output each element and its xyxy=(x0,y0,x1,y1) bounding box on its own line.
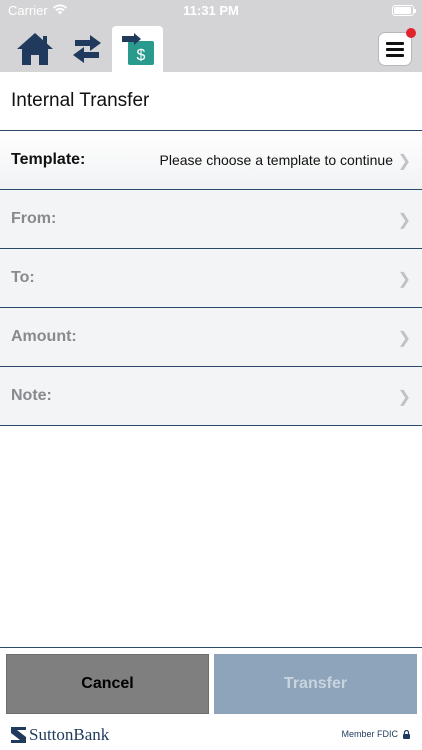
sutton-bank-logo: SuttonBank xyxy=(11,725,109,745)
fdic-label: Member FDIC xyxy=(341,729,398,739)
sutton-bank-mark-icon xyxy=(11,727,26,743)
battery-icon xyxy=(392,5,416,16)
transfer-dollar-icon: $ xyxy=(121,33,154,65)
to-row[interactable]: To: ❯ xyxy=(0,249,422,308)
brand-name: SuttonBank xyxy=(29,725,110,744)
divider xyxy=(0,647,422,648)
from-label: From: xyxy=(11,210,57,227)
amount-row[interactable]: Amount: ❯ xyxy=(0,308,422,367)
from-row[interactable]: From: ❯ xyxy=(0,190,422,249)
amount-label: Amount: xyxy=(11,328,77,345)
member-fdic: Member FDIC xyxy=(341,729,410,739)
clock: 11:31 PM xyxy=(183,3,239,18)
top-nav: $ xyxy=(0,22,422,72)
chevron-right-icon: ❯ xyxy=(397,212,411,229)
hamburger-menu-icon xyxy=(386,42,404,57)
chevron-right-icon: ❯ xyxy=(397,271,411,288)
transfer-button[interactable]: Transfer xyxy=(214,654,417,714)
swap-arrows-icon xyxy=(73,35,101,63)
transfers-button[interactable] xyxy=(64,26,110,72)
page-title: Internal Transfer xyxy=(11,90,150,111)
cancel-button[interactable]: Cancel xyxy=(6,654,209,714)
chevron-right-icon: ❯ xyxy=(397,153,411,170)
template-row[interactable]: Template: Please choose a template to co… xyxy=(0,131,422,190)
template-value: Please choose a template to continue xyxy=(159,152,394,168)
chevron-right-icon: ❯ xyxy=(397,330,411,347)
svg-text:$: $ xyxy=(136,47,145,64)
template-label: Template: xyxy=(11,151,86,168)
to-label: To: xyxy=(11,269,35,286)
note-label: Note: xyxy=(11,387,52,404)
internal-transfer-button[interactable]: $ xyxy=(112,26,163,72)
chevron-right-icon: ❯ xyxy=(397,389,411,406)
status-bar: Carrier 11:31 PM xyxy=(0,0,422,22)
notification-badge xyxy=(406,28,416,38)
menu-button[interactable] xyxy=(378,28,416,66)
home-icon xyxy=(17,33,53,65)
home-button[interactable] xyxy=(12,26,58,72)
lock-icon xyxy=(403,729,410,739)
footer: SuttonBank Member FDIC xyxy=(0,720,422,750)
note-row[interactable]: Note: ❯ xyxy=(0,367,422,426)
